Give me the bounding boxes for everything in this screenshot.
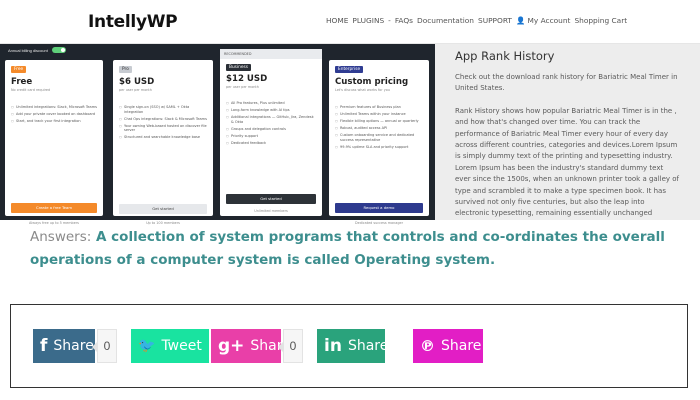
plan-badge: Business — [226, 64, 251, 71]
share-label: Share — [53, 338, 94, 354]
plan-price: $6 USD — [119, 77, 155, 87]
rank-history-panel: App Rank History Check out the download … — [435, 44, 700, 220]
recommended-strip: RECOMMENDED — [220, 49, 322, 59]
billing-toggle-label: Annual billing discount — [8, 47, 48, 53]
get-started-button[interactable]: Get started — [226, 194, 316, 204]
plan-feature: Long-form knowledge with AI tips — [226, 108, 317, 113]
linkedin-icon: in — [324, 336, 342, 356]
share-label: Share — [347, 338, 389, 354]
request-demo-button[interactable]: Request a demo — [335, 203, 423, 213]
plan-card-free: Free Free No credit card required Unlimi… — [5, 60, 103, 225]
plan-feature: Unlimited integrations: Slack, Microsoft… — [11, 105, 98, 110]
share-box: f Share 0 🐦 Tweet g+ Share 0 in Share ℗ … — [10, 304, 688, 388]
plan-feature: Single sign-on (SSO) w/ SAML + Okta inte… — [119, 105, 208, 114]
plan-feature: Flexible billing options — annual or qua… — [335, 119, 424, 124]
plan-features: All Pro features, Plus unlimited Long-fo… — [226, 101, 317, 148]
billing-toggle-row: Annual billing discount — [8, 47, 66, 53]
nav-plugins[interactable]: PLUGINS — [352, 16, 384, 25]
plan-feature: Your owning Web-based hosted on discover… — [119, 124, 208, 133]
plan-feature: Structured and searchable knowledge base — [119, 135, 208, 140]
plan-feature: Groups and delegation controls — [226, 127, 317, 132]
share-label: Share — [441, 338, 482, 354]
plan-features: Single sign-on (SSO) w/ SAML + Okta inte… — [119, 105, 208, 142]
plan-price: $12 USD — [226, 74, 268, 84]
plan-badge: Enterprise — [335, 66, 364, 73]
plan-price: Custom pricing — [335, 77, 409, 87]
plan-badge: Pro — [119, 66, 132, 73]
rank-history-body: Rank History shows how popular Bariatric… — [455, 106, 680, 218]
plan-card-pro: Pro $6 USD per user per month Single sig… — [113, 60, 213, 225]
rank-history-title: App Rank History — [455, 49, 555, 63]
nav-separator: - — [388, 16, 391, 25]
main-nav: HOME PLUGINS - FAQs Documentation SUPPOR… — [326, 16, 627, 25]
site-logo[interactable]: IntellyWP — [88, 12, 178, 32]
create-free-team-button[interactable]: Create a free Team — [11, 203, 97, 213]
linkedin-share-button[interactable]: in Share — [317, 329, 389, 363]
plan-subtitle: Let's discuss what works for you — [335, 88, 390, 92]
twitter-tweet-button[interactable]: 🐦 Tweet — [131, 329, 209, 363]
plan-feature: Robust, audited access API — [335, 126, 424, 131]
plan-feature: Priority support — [226, 134, 317, 139]
plan-subtitle: per user per month — [119, 88, 152, 92]
nav-shopping-cart[interactable]: Shopping Cart — [574, 16, 627, 25]
plan-footnote: Up to 100 members — [146, 221, 180, 225]
facebook-share-button[interactable]: f Share — [33, 329, 95, 363]
google-plus-icon: g+ — [218, 336, 245, 356]
twitter-bird-icon: 🐦 — [138, 338, 156, 354]
google-plus-share-count: 0 — [278, 329, 303, 363]
answer-block: Answers: A collection of system programs… — [30, 226, 680, 272]
plan-footnote: Dedicated success manager — [355, 221, 403, 225]
rank-history-intro: Check out the download rank history for … — [455, 73, 678, 93]
plan-card-business: RECOMMENDED Business $12 USD per user pe… — [220, 49, 322, 216]
pricing-overlay: Annual billing discount Free Free No cre… — [0, 44, 435, 225]
facebook-share-count: 0 — [92, 329, 117, 363]
answer-text: A collection of system programs that con… — [30, 229, 665, 268]
site-header: IntellyWP HOME PLUGINS - FAQs Documentat… — [0, 0, 700, 44]
nav-my-account[interactable]: 👤 My Account — [516, 16, 571, 25]
nav-documentation[interactable]: Documentation — [417, 16, 474, 25]
plan-feature: Additional integrations — GitHub, Jira, … — [226, 115, 317, 124]
plan-footnote: Unlimited members — [254, 209, 288, 213]
plan-feature: Custom onboarding service and dedicated … — [335, 133, 424, 142]
plan-feature: Start, and track your first integration — [11, 119, 98, 124]
answer-label: Answers: — [30, 229, 92, 245]
plan-features: Premium features of Business plan Unlimi… — [335, 105, 424, 152]
plan-subtitle: per user per month — [226, 85, 259, 89]
plan-footnote: Always free up to 5 members — [29, 221, 79, 225]
facebook-icon: f — [40, 336, 48, 356]
plan-features: Unlimited integrations: Slack, Microsoft… — [11, 105, 98, 126]
nav-support[interactable]: SUPPORT — [478, 16, 512, 25]
plan-price: Free — [11, 77, 33, 87]
plan-badge: Free — [11, 66, 27, 73]
plan-card-enterprise: Enterprise Custom pricing Let's discuss … — [329, 60, 429, 225]
plan-feature: Premium features of Business plan — [335, 105, 424, 110]
plan-feature: Unlimited Teams within your instance — [335, 112, 424, 117]
plan-feature: Chat Ops integrations: Slack & Microsoft… — [119, 117, 208, 122]
plan-feature: 99.9% uptime SLA and priority support — [335, 145, 424, 150]
billing-toggle[interactable] — [51, 47, 66, 53]
get-started-button[interactable]: Get started — [119, 204, 207, 214]
nav-home[interactable]: HOME — [326, 16, 348, 25]
plan-feature: Dedicated feedback — [226, 141, 317, 146]
share-label: Tweet — [161, 338, 202, 354]
plan-feature: All Pro features, Plus unlimited — [226, 101, 317, 106]
nav-faqs[interactable]: FAQs — [395, 16, 413, 25]
google-plus-share-button[interactable]: g+ Share — [211, 329, 291, 363]
plan-feature: Add your private cover booked on dashboa… — [11, 112, 98, 117]
pinterest-share-button[interactable]: ℗ Share — [413, 329, 483, 363]
pinterest-icon: ℗ — [420, 337, 435, 355]
plan-subtitle: No credit card required — [11, 88, 51, 92]
